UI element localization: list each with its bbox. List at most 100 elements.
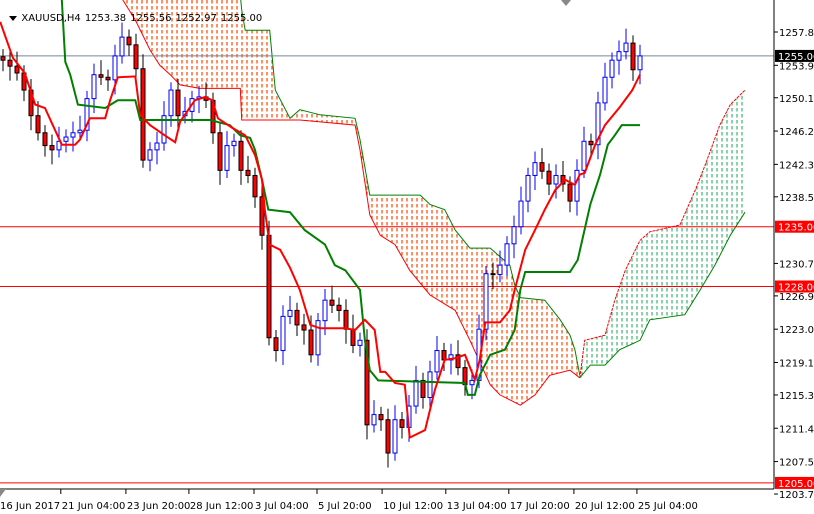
price-level-label: 1228.00 [778,282,814,293]
candle [63,129,69,153]
candle-body [427,371,433,399]
time-tick-label: 21 Jun 04:00 [62,501,126,512]
candle [602,62,608,111]
candle [546,163,552,196]
price-tick-label: 1250.10 [779,94,814,105]
candle-body [175,89,181,117]
candle [371,400,377,433]
chart-shift-marker-icon[interactable] [561,0,571,6]
candle [532,151,538,190]
candle-body [490,273,496,276]
candle-body [609,59,615,78]
candle [280,305,286,366]
chart-header: XAUUSD,H4 1253.38 1255.56 1252.97 1255.00 [3,2,266,24]
candle-body [378,414,384,421]
time-tick-label: 10 Jul 12:00 [383,501,443,512]
close-value: 1255.00 [220,13,263,24]
candle-body [413,379,419,407]
candle-body [553,174,559,185]
time-tick-label: 5 Jul 20:00 [318,501,372,512]
time-tick-label: 20 Jul 12:00 [575,501,635,512]
time-tick-label: 16 Jun 2017 [0,501,60,512]
candle-body [343,309,349,330]
candle-body [14,65,20,74]
candle-body [357,339,363,346]
candle [273,330,279,362]
candle-body [245,169,251,176]
candle-body [483,273,489,330]
cloud-bull-area [579,90,745,378]
candle [525,167,531,213]
candle-body [399,419,405,428]
candle-body [525,174,531,202]
candle [147,142,153,172]
candle-body [546,170,552,185]
cloud-bear-area [122,0,580,406]
candle [385,408,391,468]
price-tick-label: 1253.90 [779,61,814,72]
candle-body [385,419,391,454]
candle [420,372,426,409]
price-chart[interactable]: 1257.80 1253.90 1250.10 1246.20 1242.30 1238.… [0,0,814,514]
candle-body [63,136,69,142]
candle-body [105,76,111,81]
candle-body [518,200,524,228]
candle-body [231,140,237,147]
candle [357,332,363,357]
time-axis: 16 Jun 2017 21 Jun 04:00 23 Jun 20:00 28 Ju… [0,489,698,512]
candle [70,121,76,152]
price-tick-label: 1242.30 [779,160,814,171]
candle-body [371,414,377,426]
price-tick-label: 1207.50 [779,458,814,469]
candle-body [567,183,573,202]
candle-body [119,36,125,57]
candle [161,101,167,151]
price-tick-label: 1257.80 [779,28,814,39]
candle-body [7,59,13,67]
candle [105,69,111,91]
candle-body [308,329,314,356]
candle [630,35,636,81]
price-tick-label: 1219.10 [779,358,814,369]
candle-body [602,76,608,104]
candle [574,159,580,216]
candle-body [224,145,230,171]
candle-body [329,299,335,306]
candle-body [469,379,475,386]
candle-body [35,115,41,134]
candle-body [147,149,153,161]
candle-body [504,243,510,266]
candle-body [273,337,279,352]
candle [231,133,237,157]
candle-body [322,299,328,322]
candle [560,160,566,192]
candle [315,312,321,366]
time-tick-label: 25 Jul 04:00 [638,501,698,512]
candle-body [637,55,643,71]
candle-body [217,132,223,171]
candle-body [42,132,48,147]
candle-body [630,42,636,71]
dropdown-triangle-icon[interactable] [9,15,18,21]
time-tick-label: 28 Jun 12:00 [190,501,254,512]
candle [350,314,356,354]
candle [238,130,244,185]
price-level-label: 1235.00 [778,223,814,234]
candle [119,22,125,64]
price-tick-label: 1238.50 [779,193,814,204]
candle [84,90,90,142]
time-tick-label: 23 Jun 20:00 [127,501,191,512]
time-tick-label: 17 Jul 20:00 [510,501,570,512]
candle-body [441,350,447,361]
candle-body [616,51,622,61]
candle [413,365,419,414]
candle [378,406,384,431]
candle-body [301,324,307,331]
candle [623,28,629,60]
candle [609,52,615,89]
candle [49,134,55,165]
candle-body [532,162,538,176]
candle [511,215,517,259]
candle-body [91,74,97,100]
candle-body [140,68,146,161]
